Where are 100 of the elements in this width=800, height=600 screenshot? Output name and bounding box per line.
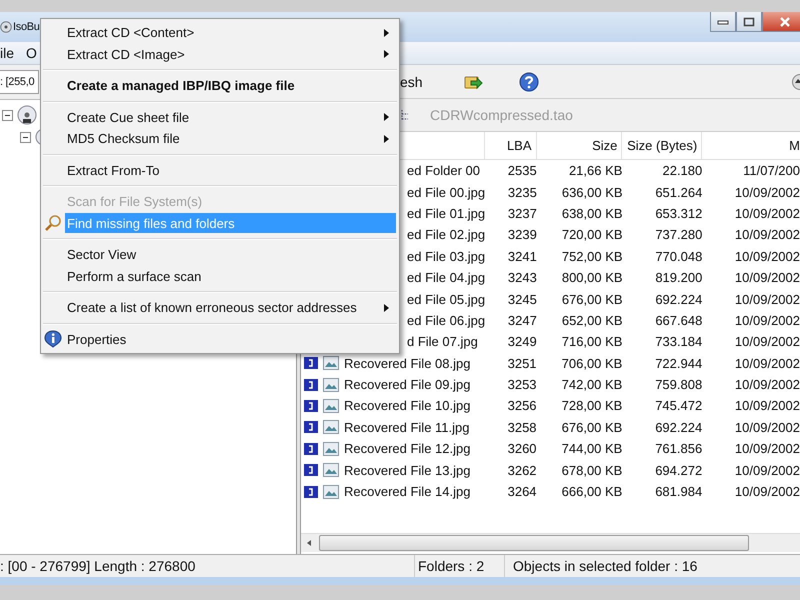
- menu-item[interactable]: ile: [0, 45, 14, 61]
- table-cell-text: 636,00 KB: [560, 184, 623, 200]
- file-name: Recovered File 12.jpg: [344, 441, 470, 456]
- table-cell-text: 716,00 KB: [560, 334, 622, 350]
- table-cell-text: 10/09/2002: [734, 356, 800, 371]
- table-cell-text: 759.808: [654, 377, 702, 392]
- file-type-icon: [304, 400, 318, 412]
- table-cell-text: 653.312: [654, 206, 702, 221]
- refresh-button[interactable]: esh: [400, 74, 423, 90]
- table-cell-text: 3245: [506, 292, 537, 307]
- table-cell-text: 10/09/2002: [734, 441, 800, 456]
- table-cell-text: 676,00 KB: [560, 420, 622, 435]
- menu-item[interactable]: Create Cue sheet file: [65, 107, 396, 128]
- file-type-icon: [304, 442, 318, 455]
- close-icon: [780, 16, 790, 26]
- file-name: ed File 04.jpg: [407, 270, 486, 286]
- table-cell-text: 3239: [506, 227, 537, 242]
- file-name: Recovered File 11.jpg: [344, 420, 470, 435]
- menu-item[interactable]: Sector View: [65, 244, 396, 265]
- menu-item[interactable]: Properties: [65, 329, 396, 350]
- status-text: Objects in selected folder : 16: [512, 557, 698, 576]
- table-cell-text: 10/09/2002: [734, 270, 800, 286]
- table-cell-text: 694.272: [654, 462, 702, 478]
- search-icon: [44, 214, 62, 232]
- table-cell-text: 3262: [506, 462, 537, 478]
- file-type-icon: [304, 378, 318, 391]
- help-icon[interactable]: [519, 72, 539, 92]
- minimize-button[interactable]: [710, 12, 736, 32]
- table-cell-text: 722.944: [654, 356, 702, 371]
- submenu-arrow-icon: [384, 28, 389, 37]
- column-header[interactable]: M: [702, 132, 800, 159]
- table-cell-text: 728,00 KB: [560, 398, 622, 414]
- table-cell-text: 3260: [506, 441, 537, 456]
- status-text: Folders : 2: [415, 555, 505, 577]
- file-type-icon: [304, 486, 318, 498]
- maximize-icon: [744, 17, 754, 26]
- menu-item[interactable]: Extract CD <Content>: [65, 22, 396, 43]
- column-header[interactable]: Size (Bytes): [622, 132, 702, 159]
- image-file-icon: [323, 463, 339, 478]
- table-cell-text: 10/09/2002: [734, 312, 800, 328]
- file-name: ed Folder 00: [407, 163, 480, 178]
- file-name: Recovered File 14.jpg: [344, 484, 470, 500]
- table-cell-text: 3235: [506, 184, 537, 200]
- eject-icon[interactable]: [792, 74, 800, 90]
- table-cell-text: 651.264: [654, 184, 702, 200]
- image-file-icon: [323, 484, 339, 499]
- file-name: ed File 01.jpg: [407, 206, 486, 221]
- table-cell-text: 681.984: [654, 484, 702, 500]
- menu-item[interactable]: Extract CD <Image>: [65, 44, 396, 64]
- image-file-icon: [323, 442, 339, 456]
- image-file-icon: [323, 398, 339, 413]
- table-cell-text: 666,00 KB: [560, 484, 622, 500]
- path-label: CDRWcompressed.tao: [430, 107, 573, 123]
- table-cell-text: 692.224: [654, 420, 702, 435]
- collapse-toggle[interactable]: [2, 110, 13, 120]
- table-cell-text: 3247: [506, 312, 537, 328]
- table-cell-text: 3253: [506, 377, 537, 392]
- collapse-toggle[interactable]: [20, 132, 31, 142]
- menu-item[interactable]: Extract From-To: [65, 160, 396, 180]
- close-button[interactable]: [762, 12, 800, 32]
- file-name: Recovered File 09.jpg: [344, 377, 470, 392]
- address-field[interactable]: : [255,0: [0, 70, 39, 94]
- file-name: d File 07.jpg: [407, 334, 478, 350]
- table-cell-text: 11/07/200: [742, 163, 800, 178]
- column-header[interactable]: Size: [536, 132, 622, 159]
- menu-item[interactable]: Perform a surface scan: [65, 266, 396, 286]
- table-cell-text: 10/09/2002: [734, 334, 800, 350]
- table-cell-text: 761.856: [654, 441, 702, 456]
- table-cell-text: 2535: [506, 163, 537, 178]
- table-cell-text: 720,00 KB: [560, 227, 623, 242]
- menu-item[interactable]: Create a list of known erroneous sector addresses: [65, 298, 396, 318]
- file-name: ed File 00.jpg: [407, 184, 486, 200]
- table-cell-text: 3251: [506, 356, 537, 371]
- table-cell-text: 3249: [506, 334, 537, 350]
- file-type-icon: [304, 357, 318, 370]
- table-cell-text: 800,00 KB: [560, 270, 623, 286]
- minimize-icon: [718, 20, 728, 24]
- table-cell-text: 737.280: [654, 227, 702, 242]
- table-cell-text: 692.224: [654, 292, 702, 307]
- table-cell-text: 10/09/2002: [734, 248, 800, 264]
- file-type-icon: [304, 421, 318, 434]
- table-cell-text: 10/09/2002: [734, 398, 800, 414]
- table-cell-text: 10/09/2002: [734, 484, 800, 500]
- file-name: Recovered File 10.jpg: [344, 398, 470, 414]
- table-cell-text: 10/09/2002: [734, 292, 800, 307]
- table-cell-text: 10/09/2002: [734, 227, 800, 242]
- menu-item[interactable]: MD5 Checksum file: [65, 128, 396, 149]
- table-cell-text: 652,00 KB: [560, 312, 623, 328]
- table-cell-text: 770.048: [654, 248, 702, 264]
- horizontal-scrollbar[interactable]: [301, 533, 800, 552]
- menu-item[interactable]: O: [26, 45, 37, 61]
- table-cell-text: 22.180: [661, 163, 702, 178]
- table-cell-text: 745.472: [654, 398, 702, 414]
- window-title: IsoBu: [13, 21, 40, 33]
- submenu-arrow-icon: [384, 304, 389, 312]
- table-cell-text: 819.200: [654, 270, 702, 286]
- column-header[interactable]: LBA: [484, 132, 537, 159]
- image-file-icon: [323, 378, 339, 392]
- maximize-button[interactable]: [736, 12, 762, 32]
- menu-item[interactable]: Create a managed IBP/IBQ image file: [65, 76, 396, 96]
